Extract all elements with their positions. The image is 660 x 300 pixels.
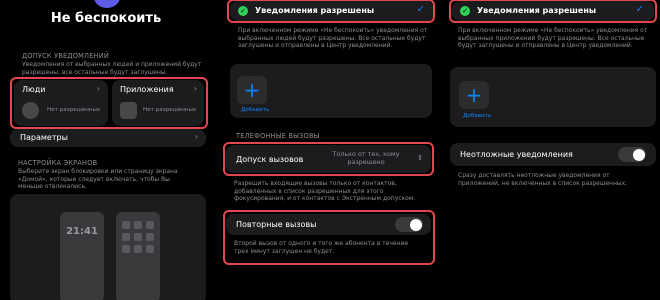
- add-plus-icon[interactable]: +: [237, 76, 267, 104]
- app-icon: [134, 245, 142, 253]
- options-row[interactable]: Параметры ›: [10, 129, 206, 147]
- app-icon: [134, 221, 142, 229]
- screens-section-description: Выберите экран блокировки или страницу э…: [18, 168, 178, 190]
- chevron-right-icon: ›: [194, 132, 198, 141]
- highlight-frame: [223, 210, 435, 265]
- add-plus-icon[interactable]: +: [459, 81, 489, 109]
- apps-notifications-screen: ✓ Уведомления разрешены ✓ При включенном…: [442, 0, 660, 300]
- lock-screen-time: 21:41: [66, 226, 98, 237]
- focus-moon-icon: [94, 0, 120, 8]
- allowed-section-description: Уведомления от выбранных людей и приложе…: [22, 61, 202, 76]
- app-icon: [134, 233, 142, 241]
- app-icon: [146, 233, 154, 241]
- phone-calls-section-header: ТЕЛЕФОННЫЕ ВЫЗОВЫ: [236, 132, 320, 140]
- allowed-people-card: + Добавить: [230, 64, 432, 118]
- options-label: Параметры: [20, 133, 68, 142]
- screens-section-header: НАСТРОЙКА ЭКРАНОВ: [18, 159, 98, 167]
- app-icon: [122, 245, 130, 253]
- notifications-description: При включенном режиме «Не беспокоить» ув…: [458, 27, 648, 49]
- urgent-notifications-label: Неотложные уведомления: [460, 150, 573, 159]
- urgent-notifications-description: Сразу доставлять неотложные уведомления …: [458, 172, 628, 187]
- app-icon: [146, 245, 154, 253]
- screens-card: 21:41: [10, 194, 206, 300]
- allowed-apps-card: + Добавить: [450, 67, 656, 127]
- add-label[interactable]: Добавить: [463, 113, 491, 119]
- home-screen-preview[interactable]: [116, 212, 160, 300]
- allowed-section-header: ДОПУСК УВЕДОМЛЕНИЙ: [22, 52, 109, 60]
- focus-settings-screen: Не беспокоить ДОПУСК УВЕДОМЛЕНИЙ Уведомл…: [0, 0, 212, 300]
- highlight-frame: [227, 0, 435, 23]
- page-title: Не беспокоить: [50, 11, 162, 26]
- notifications-description: При включенном режиме «Не беспокоить» ув…: [238, 27, 428, 49]
- people-notifications-screen: ✓ Уведомления разрешены ✓ При включенном…: [220, 0, 435, 300]
- highlight-frame: [449, 0, 657, 23]
- urgent-notifications-row: Неотложные уведомления: [450, 143, 656, 166]
- app-icon: [122, 221, 130, 229]
- add-label[interactable]: Добавить: [241, 107, 269, 113]
- allow-calls-description: Разрешить входящие вызовы только от конт…: [234, 180, 416, 202]
- highlight-frame: [223, 142, 434, 176]
- highlight-frame: [10, 77, 208, 129]
- urgent-notifications-toggle[interactable]: [618, 147, 646, 162]
- lock-screen-preview[interactable]: 21:41: [60, 212, 104, 300]
- app-icon: [122, 233, 130, 241]
- app-icon: [146, 221, 154, 229]
